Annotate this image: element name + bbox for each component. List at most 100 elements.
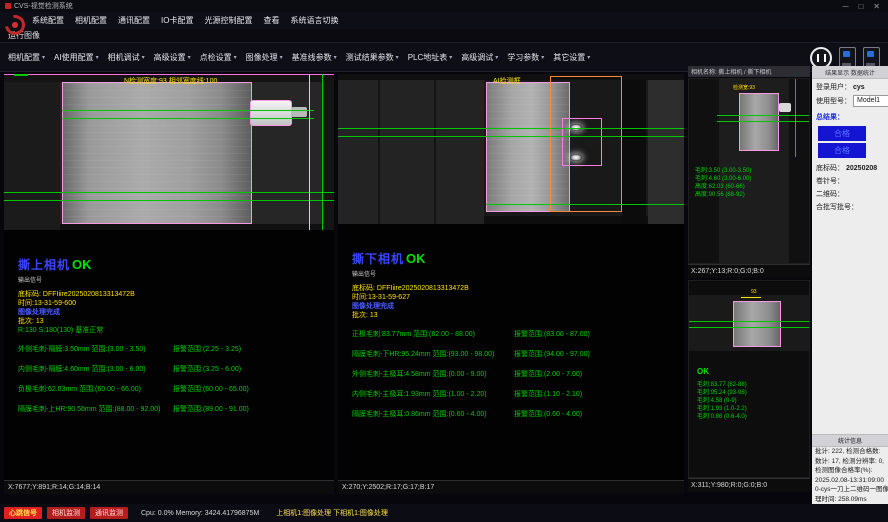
measure-line-green [4,192,334,193]
preview-measure-line: 毛刺:83.77 (82-88) [697,381,747,389]
camera-icon [843,51,850,57]
toolbar-item-camera-config[interactable]: 相机配置▾ [8,52,45,63]
preview-measure-line: 高度:90.56 (88-92) [695,191,751,199]
menu-item-view[interactable]: 查看 [263,15,279,26]
reflection-glint [570,154,582,161]
menu-item-light-config[interactable]: 光源控制配置 [204,15,252,26]
login-user-row: 登录用户： cys [812,79,888,92]
measurement-row: 正极毛刺:83.77mm 范围:(82.00 - 88.00)报警范围:(83.… [352,329,680,339]
model-label: 使用型号： [816,96,851,106]
measurement-value: 隔膜毛刺-上HR:90.56mm 范围:(88.00 - 92.00) [18,404,173,414]
measure-tick-yellow [741,297,761,298]
result-panel-right: 撕下相机OK 输出信号 底标码: DFFIiire202502081331347… [338,224,684,480]
toolbar-label: 点检设置 [200,52,232,63]
measure-line-green [717,121,810,122]
menu-item-io-config[interactable]: IO卡配置 [161,15,193,26]
statistics-line: 理时间: 258.09ms [812,495,888,505]
result-status-ok: OK [406,251,426,266]
chevron-down-icon: ▾ [96,54,99,61]
preview-annotation: 93 [751,289,757,295]
measure-line-green [4,200,334,201]
qr-label: 二维码： [816,189,844,199]
measure-line-green [338,136,684,137]
menu-item-language-switch[interactable]: 系统语言切换 [290,15,338,26]
camera-canvas-left[interactable]: N检测宽度:93 相邻宽度线:100 [4,74,334,230]
preview-measurements: 毛刺:3.50 (3.00-3.50) 毛刺:4.60 (3.00-6.00) … [695,167,751,199]
chevron-down-icon: ▾ [541,54,544,61]
measurement-value: 隔膜毛刺-主极耳:0.86mm 范围:(0.60 - 4.00) [352,409,514,419]
toolbar-item-camera-debug[interactable]: 相机调试▾ [108,52,145,63]
close-button[interactable]: ✕ [873,2,880,11]
coordinate-readout-left: X:7677;Y:891;R:14;G:14;B:14 [4,480,334,494]
roi-annotation: N检测宽度:93 相邻宽度线:100 [124,76,217,86]
preview-top-camera[interactable]: 检测宽:93 毛刺:3.50 (3.00-3.50) 毛刺:4.60 (3.00… [688,78,810,264]
toolbar-label: 学习参数 [507,52,539,63]
toolbar-item-image-processing[interactable]: 图像处理▾ [246,52,283,63]
preview-measure-line: 毛刺:3.50 (3.00-3.50) [695,167,751,175]
measure-line-yellow [309,74,310,230]
run-image-bar: 运行图像 [0,29,888,42]
toolbar-label: 高级设置 [154,52,186,63]
toolbar-item-advanced-settings[interactable]: 高级设置▾ [154,52,191,63]
camera-names-header: 相机名称: 撕上相机 / 撕下相机 [688,66,810,77]
batch-write-row: 合批写批号： [812,199,888,212]
toolbar-item-ai-usage-config[interactable]: AI使用配置▾ [54,52,99,63]
chevron-down-icon: ▾ [142,54,145,61]
app-icon [5,3,11,9]
menu-item-comm-config[interactable]: 通讯配置 [118,15,150,26]
measurement-row: 外侧毛刺-主极耳:4.58mm 范围:(0.00 - 9.00)报警范围:(2.… [352,369,680,379]
title-bar: CVS-视觉检测系统 ─ □ ✕ [0,0,888,12]
toolbar-item-test-result-params[interactable]: 测试结果参数▾ [346,52,399,63]
statistics-line: 2025.02.08-13:31:09:00 [812,476,888,486]
toolbar-item-other-settings[interactable]: 其它设置▾ [553,52,590,63]
barcode-line: 底标码: DFFIiire2025020813313472B [18,290,330,299]
batch-line: 批次: 13 [352,311,680,320]
comm-monitor-indicator: 通讯监测 [90,507,128,519]
menu-item-system-config[interactable]: 系统配置 [32,15,64,26]
result-panel-left: 撕上相机OK 输出信号 底标码: DFFIiire202502081331347… [4,230,334,480]
alarm-range: 报警范围:(60.00 - 65.00) [173,384,249,394]
measurement-value: 负极毛刺:62.03mm 范围:(60.00 - 66.00) [18,384,173,394]
model-select[interactable]: Model1 [853,95,888,107]
cell-part-left [62,82,252,224]
batch-line: 批次: 13 [18,317,330,326]
measurement-value: 内侧毛刺-主极耳:1.93mm 范围:(1.00 - 2.20) [352,389,514,399]
login-user-label: 登录用户： [816,82,851,92]
chevron-down-icon: ▾ [449,54,452,61]
chevron-down-icon: ▾ [334,54,337,61]
pause-icon [817,54,826,62]
camera-canvas-right[interactable]: AI检测框 [338,74,684,224]
measurement-rows: 正极毛刺:83.77mm 范围:(82.00 - 88.00)报警范围:(83.… [352,329,680,419]
preview-bottom-camera[interactable]: 93 OK 毛刺:83.77 (82-88) 毛刺:95.24 (93-98) … [688,280,810,478]
toolbar-item-baseline-params[interactable]: 基准线参数▾ [292,52,337,63]
minimize-button[interactable]: ─ [843,2,849,11]
alarm-range: 报警范围:(94.00 - 97.00) [514,349,590,359]
measurement-value: 正极毛刺:83.77mm 范围:(82.00 - 88.00) [352,329,514,339]
preview-connector [779,103,791,112]
toolbar-item-learning-params[interactable]: 学习参数▾ [507,52,544,63]
sidebar-header: 结果显示 数据统计 [812,66,888,79]
preview-part [739,93,779,151]
measurement-row: 内侧毛刺-隔膜:4.60mm 范围:(3.00 - 6.00)报警范围:(3.2… [18,364,330,374]
measurement-value: 内侧毛刺-隔膜:4.60mm 范围:(3.00 - 6.00) [18,364,173,374]
camera-monitor-indicator: 相机监测 [47,507,85,519]
preview-status-ok: OK [697,367,709,376]
toolbar-label: 相机配置 [8,52,40,63]
toolbar-label: 相机调试 [108,52,140,63]
alarm-range: 报警范围:(1.10 - 2.10) [514,389,582,399]
maximize-button[interactable]: □ [858,2,863,11]
measurement-row: 负极毛刺:62.03mm 范围:(60.00 - 66.00)报警范围:(60.… [18,384,330,394]
preview-measure-line: 毛刺:95.24 (93-98) [697,389,747,397]
tab-connector-tail [291,107,307,117]
measure-line-green [62,110,314,111]
toolbar-item-advanced-debug[interactable]: 高级调试▾ [461,52,498,63]
measure-line-green [689,321,810,322]
toolbar-item-plc-address-table[interactable]: PLC地址表▾ [408,52,453,63]
menu-item-camera-config[interactable]: 相机配置 [75,15,107,26]
measure-line-green [338,128,684,129]
toolbar-item-spot-check[interactable]: 点检设置▾ [200,52,237,63]
result-status-ok: OK [72,257,92,272]
total-result-label: 总结果： [812,107,888,124]
preview-part [733,301,781,347]
cpu-memory-readout: Cpu: 0.0% Memory: 3424.41796875M [141,510,259,517]
